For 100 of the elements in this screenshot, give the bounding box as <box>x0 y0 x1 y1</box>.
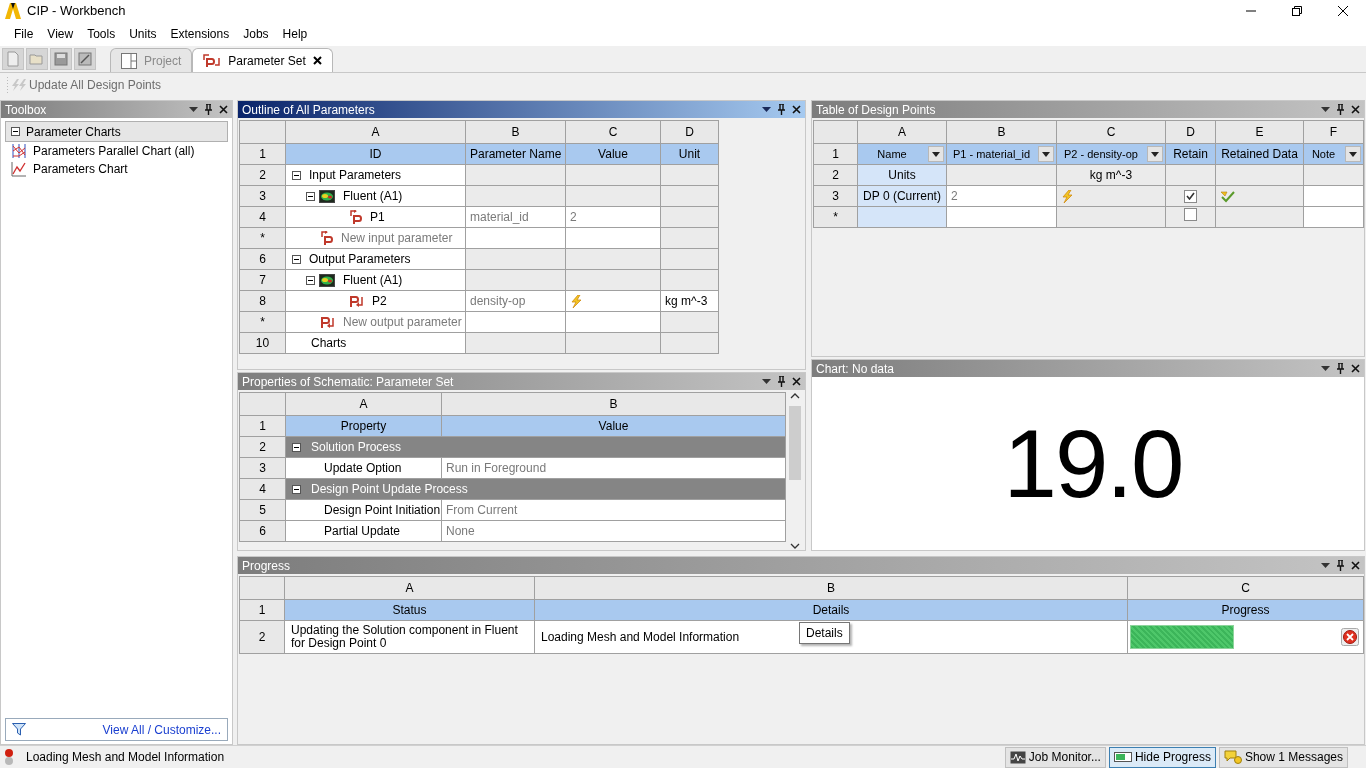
pin-icon[interactable] <box>1336 560 1345 571</box>
window-title: CIP - Workbench <box>27 2 127 21</box>
filter-button[interactable] <box>928 146 944 162</box>
close-icon[interactable] <box>792 377 801 386</box>
column-letter: B <box>946 120 1057 144</box>
output-parameter-icon <box>350 294 364 308</box>
app-logo-icon <box>5 2 21 20</box>
pane-title: Progress <box>242 558 292 573</box>
status-button[interactable]: Show 1 Messages <box>1218 746 1348 768</box>
pin-icon[interactable] <box>204 104 213 115</box>
filter-button[interactable] <box>1038 146 1054 162</box>
tree-label[interactable]: New input parameter <box>341 229 453 247</box>
row-number: 2 <box>239 620 285 654</box>
toolbox-item[interactable]: Parameters Chart <box>5 160 228 178</box>
row-number: 8 <box>239 290 286 312</box>
close-icon[interactable] <box>1351 561 1360 570</box>
property-value[interactable]: None <box>441 520 786 542</box>
scroll-up-icon[interactable] <box>790 392 800 400</box>
row-number: 2 <box>239 164 286 186</box>
close-icon[interactable] <box>219 105 228 114</box>
close-icon[interactable] <box>312 56 322 65</box>
close-icon[interactable] <box>792 105 801 114</box>
tab[interactable]: Parameter Set <box>192 48 333 72</box>
dropdown-icon[interactable] <box>1321 562 1330 569</box>
collapse-icon[interactable] <box>306 191 315 201</box>
row-number: 1 <box>813 143 858 165</box>
column-letter: A <box>857 120 947 144</box>
menu-item[interactable]: Tools <box>80 24 123 44</box>
filter-icon[interactable] <box>12 723 26 736</box>
monitor-graph-icon <box>1009 750 1026 764</box>
dropdown-icon[interactable] <box>1321 365 1330 372</box>
row-number: 6 <box>239 520 286 542</box>
details-text: Loading Mesh and Model Information <box>541 630 740 644</box>
dropdown-icon[interactable] <box>189 106 198 113</box>
pin-icon[interactable] <box>1336 104 1345 115</box>
parameter-set-icon <box>203 53 222 68</box>
collapse-icon[interactable] <box>292 254 301 264</box>
property-value[interactable]: From Current <box>441 499 786 521</box>
pane-title: Toolbox <box>5 102 48 117</box>
grip-icon <box>6 76 9 94</box>
property-value[interactable]: Run in Foreground <box>441 457 786 479</box>
row-number: 3 <box>239 185 286 207</box>
pane-title: Outline of All Parameters <box>242 102 376 117</box>
status-button[interactable]: Job Monitor... <box>1004 746 1106 768</box>
close-icon[interactable] <box>1351 364 1360 373</box>
row-number: * <box>239 311 286 333</box>
menu-item[interactable]: Extensions <box>163 24 237 44</box>
filter-button[interactable] <box>1345 146 1361 162</box>
save-icon <box>53 51 69 67</box>
column-header: Status <box>284 599 535 621</box>
menu-item[interactable]: Units <box>122 24 164 44</box>
pin-icon[interactable] <box>1336 363 1345 374</box>
message-icon <box>1223 750 1242 764</box>
collapse-icon[interactable] <box>11 127 20 136</box>
header-label: Note <box>1310 146 1337 162</box>
menu-item[interactable]: Help <box>275 24 315 44</box>
row-number: 7 <box>239 269 286 291</box>
scrollbar[interactable] <box>786 392 804 550</box>
view-all-link[interactable]: View All / Customize... <box>102 720 221 739</box>
retain-checkbox[interactable] <box>1184 189 1197 203</box>
scroll-thumb[interactable] <box>789 406 801 480</box>
pin-icon[interactable] <box>777 104 786 115</box>
menu-item[interactable]: View <box>40 24 81 44</box>
close-icon <box>1338 6 1348 16</box>
menu-item[interactable]: Jobs <box>236 24 276 44</box>
filter-caret-icon <box>1042 151 1050 157</box>
fluent-system-icon <box>319 189 335 203</box>
collapse-icon[interactable] <box>292 484 301 494</box>
input-parameter-icon <box>350 209 362 225</box>
collapse-icon[interactable] <box>306 275 315 285</box>
pin-icon[interactable] <box>777 376 786 387</box>
tree-label[interactable]: New output parameter <box>343 313 462 331</box>
collapse-icon[interactable] <box>292 170 301 180</box>
filter-caret-icon <box>1349 151 1357 157</box>
pane-title: Table of Design Points <box>816 102 937 117</box>
collapse-icon[interactable] <box>292 442 301 452</box>
scroll-down-icon[interactable] <box>790 542 800 550</box>
dropdown-icon[interactable] <box>762 106 771 113</box>
retain-checkbox[interactable] <box>1184 208 1197 221</box>
row-number: 4 <box>239 206 286 228</box>
dropdown-icon[interactable] <box>762 378 771 385</box>
close-icon[interactable] <box>1351 105 1360 114</box>
toolbox-group-header[interactable]: Parameter Charts <box>5 121 228 142</box>
row-number: 1 <box>239 143 286 165</box>
input-parameter-icon <box>321 230 333 246</box>
stop-icon[interactable] <box>1341 628 1359 646</box>
status-button[interactable]: Hide Progress <box>1108 746 1216 768</box>
column-header: Progress <box>1127 599 1364 621</box>
menu-item[interactable]: File <box>7 24 41 44</box>
header-label: P2 - density-op <box>1063 146 1139 162</box>
toolbox-item[interactable]: Parameters Parallel Chart (all) <box>5 142 228 160</box>
toolbar-button[interactable] <box>50 48 72 70</box>
dropdown-icon[interactable] <box>1321 106 1330 113</box>
column-letter: A <box>285 392 442 416</box>
pane-title: Chart: No data <box>816 361 896 376</box>
status-light-icon <box>4 748 14 766</box>
header-label: Retain <box>1173 146 1208 163</box>
fluent-system-icon <box>319 273 335 287</box>
filter-button[interactable] <box>1147 146 1163 162</box>
column-letter: D <box>660 120 719 144</box>
